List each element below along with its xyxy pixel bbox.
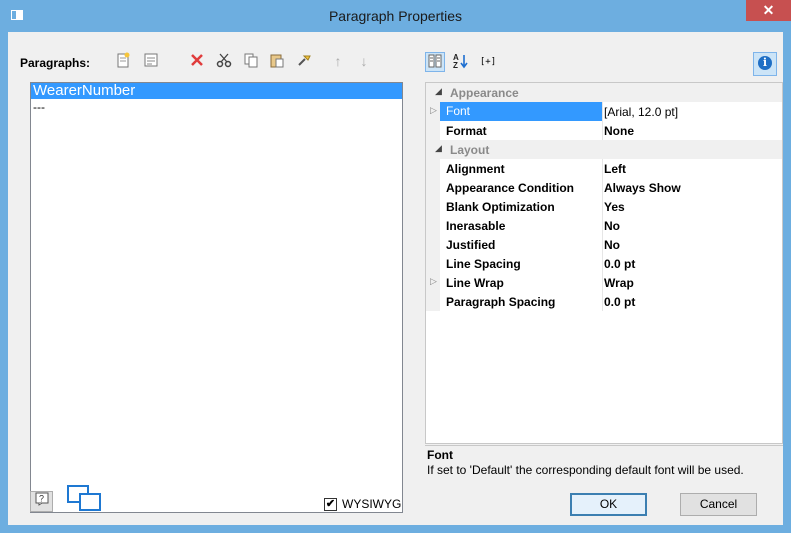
expand-triangle-icon[interactable]: ▷ [430, 105, 437, 116]
list-item[interactable]: WearerNumber [31, 83, 402, 99]
svg-text:?: ? [39, 494, 44, 504]
expand-all-icon[interactable]: [+] [478, 52, 498, 72]
property-row-line-spacing[interactable]: Line Spacing 0.0 pt [426, 254, 782, 273]
window-title: Paragraph Properties [328, 8, 463, 24]
format-brush-icon[interactable] [295, 52, 313, 70]
property-row-format[interactable]: Format None [426, 121, 782, 140]
help-button[interactable]: ? [30, 491, 53, 512]
property-row-paragraph-spacing[interactable]: Paragraph Spacing 0.0 pt [426, 292, 782, 311]
dialog-window: Paragraph Properties ✕ Paragraphs: ↑ ↓ W… [0, 0, 791, 533]
property-row-justified[interactable]: Justified No [426, 235, 782, 254]
ok-button[interactable]: OK [570, 493, 647, 516]
paragraphs-list[interactable]: WearerNumber --- [30, 82, 403, 513]
expand-triangle-icon[interactable]: ▷ [430, 276, 437, 287]
list-item[interactable]: --- [31, 99, 402, 115]
close-button[interactable]: ✕ [746, 0, 791, 21]
property-row-appearance-condition[interactable]: Appearance Condition Always Show [426, 178, 782, 197]
property-row-blank-optimization[interactable]: Blank Optimization Yes [426, 197, 782, 216]
wysiwyg-checkbox[interactable]: ✔ [324, 498, 337, 511]
move-up-icon[interactable]: ↑ [329, 52, 347, 70]
paste-icon[interactable] [268, 52, 286, 70]
list-view-icon[interactable] [142, 52, 160, 70]
title-bar[interactable]: Paragraph Properties ✕ [0, 0, 791, 32]
cancel-button[interactable]: Cancel [680, 493, 757, 516]
info-button[interactable]: i [753, 52, 777, 76]
cut-icon[interactable] [215, 52, 233, 70]
collapse-triangle-icon[interactable]: ◢ [435, 143, 442, 154]
wysiwyg-label[interactable]: WYSIWYG [342, 497, 401, 511]
delete-icon[interactable] [188, 52, 206, 70]
category-appearance[interactable]: ◢ Appearance [426, 83, 782, 102]
copy-icon[interactable] [242, 52, 260, 70]
new-paragraph-icon[interactable] [114, 52, 132, 70]
paragraphs-label: Paragraphs: [20, 56, 91, 70]
description-text: If set to 'Default' the corresponding de… [427, 463, 744, 477]
move-down-icon[interactable]: ↓ [355, 52, 373, 70]
dialog-body: Paragraphs: ↑ ↓ WearerNumber --- A Z [+]… [8, 32, 783, 525]
property-row-alignment[interactable]: Alignment Left [426, 159, 782, 178]
window-layout-icon[interactable] [67, 483, 103, 513]
property-row-line-wrap[interactable]: ▷ Line Wrap Wrap [426, 273, 782, 292]
property-row-inerasable[interactable]: Inerasable No [426, 216, 782, 235]
categorized-view-icon[interactable] [425, 52, 445, 72]
property-row-font[interactable]: ▷ Font [Arial, 12.0 pt] [426, 102, 782, 121]
paragraphs-toolbar: Paragraphs: ↑ ↓ [8, 32, 403, 82]
info-icon: i [758, 56, 772, 70]
property-grid[interactable]: ◢ Appearance ▷ Font [Arial, 12.0 pt] For… [425, 82, 783, 444]
category-layout[interactable]: ◢ Layout [426, 140, 782, 159]
help-icon: ? [35, 492, 48, 506]
collapse-triangle-icon[interactable]: ◢ [435, 86, 442, 97]
description-title: Font [427, 448, 453, 462]
sort-alpha-icon[interactable]: AZ [451, 52, 471, 72]
svg-text:Z: Z [453, 61, 458, 70]
